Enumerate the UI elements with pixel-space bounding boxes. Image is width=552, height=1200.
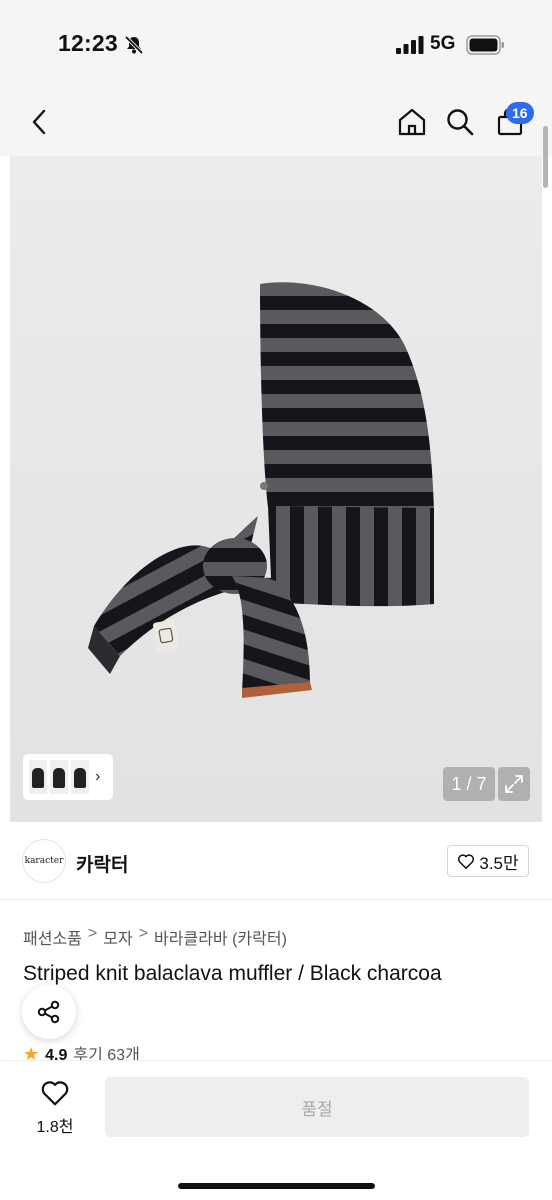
breadcrumb-item[interactable]: 패션소품 [23, 925, 82, 949]
expand-icon [505, 775, 523, 793]
bell-slash-icon [124, 35, 144, 55]
breadcrumb: 패션소품 > 모자 > 바라클라바 (카락터) [23, 925, 287, 949]
heart-icon [41, 1081, 69, 1106]
signal-icon [396, 36, 424, 54]
brand-logo[interactable]: karacter [22, 839, 66, 883]
expand-button[interactable] [498, 767, 530, 801]
brand-like-count: 3.5만 [479, 853, 519, 873]
soldout-button[interactable]: 품절 [105, 1077, 529, 1137]
breadcrumb-item[interactable]: 모자 [103, 925, 132, 949]
search-icon [447, 109, 474, 136]
battery-icon [466, 35, 504, 55]
product-title: Striped knit balaclava muffler / Black c… [23, 962, 442, 985]
app-header [0, 92, 552, 156]
breadcrumb-separator: > [87, 925, 98, 942]
thumbnail[interactable] [50, 760, 68, 794]
image-page-counter: 1 / 7 [443, 767, 495, 801]
chevron-left-icon [32, 109, 46, 135]
thumbnail-strip[interactable]: › [23, 754, 113, 800]
bottom-action-bar: 1.8천 품절 [0, 1060, 552, 1200]
heart-icon [458, 853, 475, 869]
product-gallery[interactable]: › 1 / 7 [10, 156, 542, 822]
breadcrumb-separator: > [138, 925, 149, 942]
thumbnail[interactable] [71, 760, 89, 794]
share-icon [37, 1000, 60, 1024]
home-indicator [178, 1183, 375, 1189]
status-bar: 12:23 5G [0, 0, 552, 92]
network-label: 5G [430, 33, 456, 54]
home-button[interactable] [392, 102, 432, 142]
share-button[interactable] [22, 985, 76, 1039]
product-image [88, 282, 434, 698]
brand-name[interactable]: 카락터 [76, 850, 128, 877]
back-button[interactable] [20, 102, 60, 142]
breadcrumb-item[interactable]: 바라클라바 (카락터) [154, 925, 287, 949]
brand-like-button[interactable]: 3.5만 [447, 845, 529, 877]
home-icon [398, 108, 426, 136]
status-time: 12:23 [58, 30, 118, 56]
wishlist-button[interactable]: 1.8천 [26, 1079, 84, 1139]
thumbnail[interactable] [29, 760, 47, 794]
cart-count-badge: 16 [506, 102, 534, 124]
chevron-right-icon: › [95, 768, 101, 785]
brand-row: karacter 카락터 3.5만 [0, 822, 552, 900]
scrollbar[interactable] [543, 126, 548, 188]
wishlist-count: 1.8천 [36, 1119, 74, 1136]
search-button[interactable] [440, 102, 480, 142]
